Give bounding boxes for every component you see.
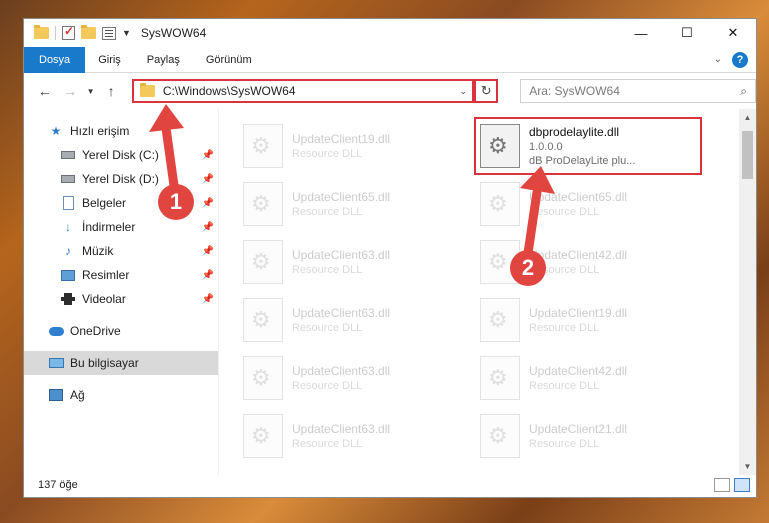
annotation-arrows: [149, 104, 555, 265]
step-2-badge: 2: [510, 250, 546, 286]
step-1-badge: 1: [158, 184, 194, 220]
